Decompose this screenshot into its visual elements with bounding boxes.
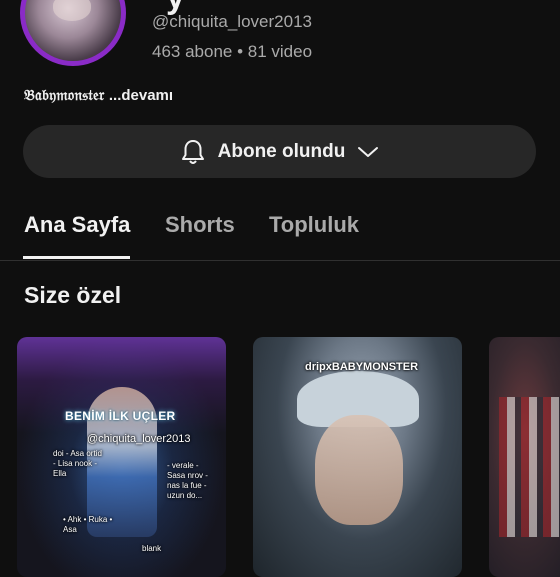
section-title: Size özel [24, 282, 122, 308]
bell-icon [180, 138, 206, 166]
tab-topluluk[interactable]: Topluluk [269, 212, 359, 238]
tab-shorts[interactable]: Shorts [165, 212, 235, 238]
avatar-image [25, 0, 121, 61]
video-card[interactable]: dripxBABYMONSTER [253, 337, 462, 577]
video-card[interactable] [489, 337, 560, 577]
channel-handle: @chiquita_lover2013 [152, 12, 312, 31]
thumbnail-face [315, 415, 403, 525]
subscribed-button[interactable]: Abone olundu [23, 125, 536, 178]
thumbnail-note-left: doi - Asa ortid - Lisa nook - Ella [53, 449, 102, 478]
video-card[interactable]: BENİM İLK UÇLER @chiquita_lover2013 doi … [17, 337, 226, 577]
channel-avatar[interactable] [20, 0, 126, 66]
chevron-down-icon [357, 145, 379, 159]
channel-tabs: Ana Sayfa Shorts Topluluk [0, 200, 560, 261]
thumbnail-outfit [499, 397, 560, 537]
channel-description[interactable]: 𝔅𝔞𝔟𝔶𝔪𝔬𝔫𝔰𝔱𝔢𝔯 ...devamı [24, 86, 173, 104]
active-tab-indicator [23, 256, 130, 259]
thumbnail-note-bottom: • Ahk • Ruka • Asa [63, 515, 113, 534]
tab-ana-sayfa[interactable]: Ana Sayfa [24, 212, 130, 238]
channel-stats: 463 abone • 81 video [152, 42, 313, 61]
more-link[interactable]: ...devamı [109, 87, 173, 104]
subscribed-label: Abone olundu [217, 140, 346, 162]
thumbnail-tag: dripxBABYMONSTER [305, 361, 419, 373]
thumbnail-note-right: - verale - Sasa nrov - nas la fue - uzun… [167, 461, 208, 500]
thumbnail-title: BENİM İLK UÇLER [65, 409, 176, 423]
thumbnail-note-bottom-right: blank [142, 544, 162, 553]
description-text: 𝔅𝔞𝔟𝔶𝔪𝔬𝔫𝔰𝔱𝔢𝔯 [24, 86, 105, 104]
thumbnail-handle: @chiquita_lover2013 [87, 433, 191, 445]
